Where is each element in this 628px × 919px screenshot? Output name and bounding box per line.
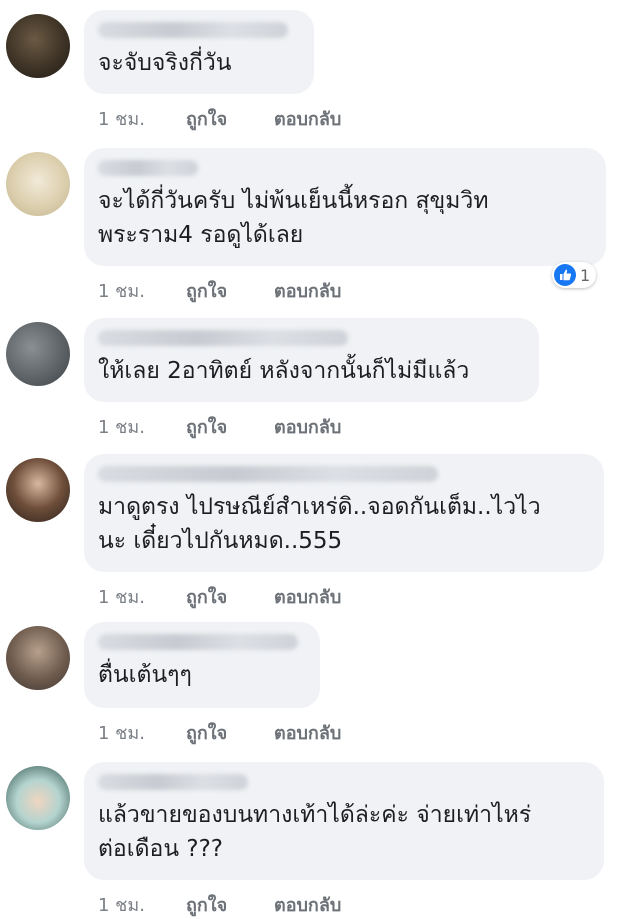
comment-text: จะจับจริงกี่วัน (98, 50, 232, 76)
like-button[interactable]: ถูกใจ (186, 104, 274, 133)
comment-time[interactable]: 1 ชม. (98, 412, 186, 441)
comment-actions: 1 ชม. ถูกใจ ตอบกลับ (98, 718, 341, 747)
commenter-name-blurred[interactable] (98, 774, 248, 790)
comment-time[interactable]: 1 ชม. (98, 718, 186, 747)
avatar[interactable] (6, 626, 70, 690)
reply-button[interactable]: ตอบกลับ (274, 718, 341, 747)
avatar[interactable] (6, 152, 70, 216)
commenter-name-blurred[interactable] (98, 160, 198, 176)
comment-bubble: จะได้กี่วันครับ ไม่พ้นเย็นนี้หรอก สุขุมว… (84, 148, 606, 266)
comment-bubble: แล้วขายของบนทางเท้าได้ล่ะค่ะ จ่ายเท่าไหร… (84, 762, 604, 880)
comment-actions: 1 ชม. ถูกใจ ตอบกลับ (98, 276, 341, 305)
comment-text: ให้เลย 2อาทิตย์ หลังจากนั้นก็ไม่มีแล้ว (98, 358, 470, 384)
comment-bubble: ตื่นเต้นๆๆ (84, 622, 320, 708)
avatar[interactable] (6, 322, 70, 386)
avatar[interactable] (6, 458, 70, 522)
comment-actions: 1 ชม. ถูกใจ ตอบกลับ (98, 104, 341, 133)
like-button[interactable]: ถูกใจ (186, 718, 274, 747)
comment-actions: 1 ชม. ถูกใจ ตอบกลับ (98, 412, 341, 441)
like-button[interactable]: ถูกใจ (186, 890, 274, 919)
thumbs-up-icon (554, 264, 576, 286)
reaction-badge[interactable]: 1 (552, 262, 597, 288)
comment-text: แล้วขายของบนทางเท้าได้ล่ะค่ะ จ่ายเท่าไหร… (98, 802, 532, 862)
reply-button[interactable]: ตอบกลับ (274, 412, 341, 441)
commenter-name-blurred[interactable] (98, 22, 288, 38)
comment-text: ตื่นเต้นๆๆ (98, 662, 192, 688)
comment-time[interactable]: 1 ชม. (98, 582, 186, 611)
comment-actions: 1 ชม. ถูกใจ ตอบกลับ (98, 582, 341, 611)
comment-time[interactable]: 1 ชม. (98, 104, 186, 133)
comment-bubble: จะจับจริงกี่วัน (84, 10, 314, 94)
comment-bubble: ให้เลย 2อาทิตย์ หลังจากนั้นก็ไม่มีแล้ว (84, 318, 539, 402)
like-button[interactable]: ถูกใจ (186, 582, 274, 611)
like-button[interactable]: ถูกใจ (186, 276, 274, 305)
comment-text: มาดูตรง ไปรษณีย์สำเหร่ดิ..จอดกันเต็ม..ไว… (98, 494, 541, 554)
comment-text: จะได้กี่วันครับ ไม่พ้นเย็นนี้หรอก สุขุมว… (98, 188, 489, 248)
like-button[interactable]: ถูกใจ (186, 412, 274, 441)
comment-actions: 1 ชม. ถูกใจ ตอบกลับ (98, 890, 341, 919)
comment-time[interactable]: 1 ชม. (98, 890, 186, 919)
commenter-name-blurred[interactable] (98, 466, 438, 482)
reply-button[interactable]: ตอบกลับ (274, 276, 341, 305)
reply-button[interactable]: ตอบกลับ (274, 582, 341, 611)
reply-button[interactable]: ตอบกลับ (274, 890, 341, 919)
commenter-name-blurred[interactable] (98, 634, 298, 650)
reaction-count: 1 (580, 265, 591, 285)
reply-button[interactable]: ตอบกลับ (274, 104, 341, 133)
commenter-name-blurred[interactable] (98, 330, 348, 346)
avatar[interactable] (6, 14, 70, 78)
comment-bubble: มาดูตรง ไปรษณีย์สำเหร่ดิ..จอดกันเต็ม..ไว… (84, 454, 604, 572)
avatar[interactable] (6, 766, 70, 830)
comment-time[interactable]: 1 ชม. (98, 276, 186, 305)
